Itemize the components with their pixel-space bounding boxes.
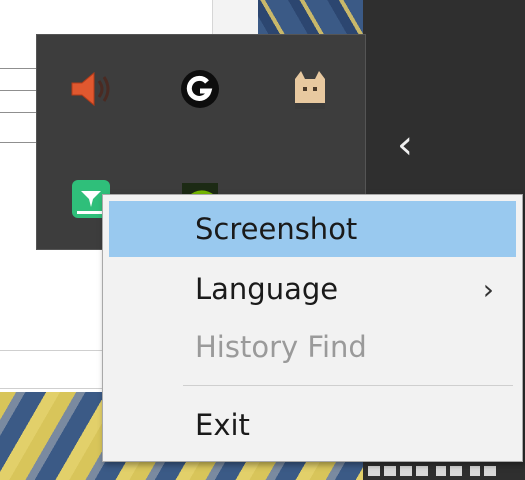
- menu-item-exit[interactable]: Exit: [109, 397, 516, 453]
- chevron-right-icon: ›: [482, 272, 494, 306]
- cat-app-icon[interactable]: [281, 61, 337, 117]
- menu-separator: [183, 385, 513, 386]
- divider: [0, 112, 40, 113]
- menu-item-history-find: History Find: [109, 319, 516, 375]
- menu-item-label: Language: [195, 272, 339, 306]
- menu-item-label: History Find: [195, 330, 367, 364]
- menu-item-screenshot[interactable]: Screenshot: [109, 201, 516, 257]
- speaker-icon[interactable]: [63, 61, 119, 117]
- menu-item-language[interactable]: Language ›: [109, 261, 516, 317]
- divider: [0, 68, 40, 69]
- tray-context-menu: Screenshot Language › History Find Exit: [102, 194, 523, 462]
- divider: [0, 90, 40, 91]
- menu-item-label: Exit: [195, 408, 250, 442]
- show-hidden-icons-chevron-icon[interactable]: ‹: [390, 120, 420, 170]
- menu-item-label: Screenshot: [195, 212, 358, 246]
- divider: [0, 142, 40, 143]
- logitech-g-icon[interactable]: [172, 61, 228, 117]
